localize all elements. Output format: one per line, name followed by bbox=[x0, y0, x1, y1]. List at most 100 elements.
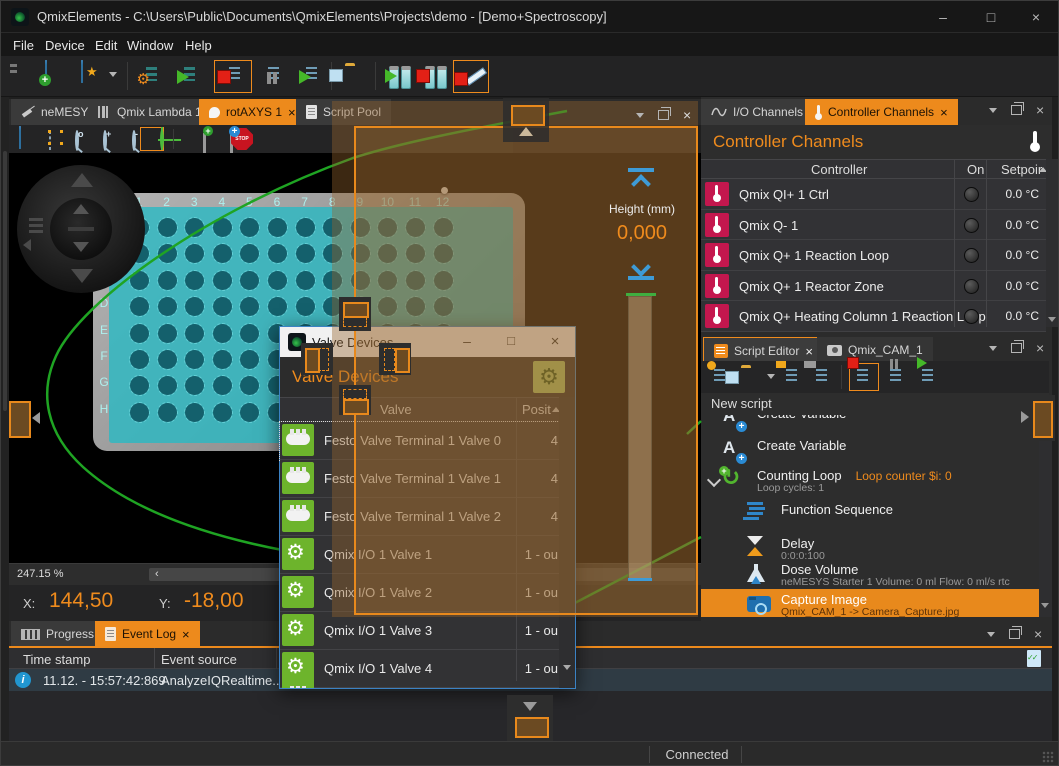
script-item[interactable]: Function Sequence bbox=[701, 499, 1039, 534]
power-toggle[interactable] bbox=[964, 279, 979, 294]
target-icon[interactable] bbox=[160, 129, 164, 150]
title-bar[interactable]: QmixElements - C:\Users\Public\Documents… bbox=[1, 1, 1058, 33]
dock-edge-top-indicator[interactable] bbox=[503, 98, 549, 142]
plate-well[interactable] bbox=[158, 350, 177, 369]
plate-well[interactable] bbox=[323, 271, 342, 290]
plate-well[interactable] bbox=[296, 271, 315, 290]
plate-well[interactable] bbox=[130, 350, 149, 369]
close-tab-icon[interactable]: × bbox=[182, 627, 190, 642]
controller-row[interactable]: Qmix Q+ Heating Column 1 Reaction Loop0.… bbox=[701, 301, 1046, 332]
add-waypoint-icon[interactable]: + bbox=[203, 133, 206, 153]
open-dropdown-icon[interactable] bbox=[767, 374, 775, 379]
power-toggle[interactable] bbox=[964, 187, 979, 202]
float-panel-icon[interactable] bbox=[1011, 105, 1022, 115]
close-panel-icon[interactable]: × bbox=[1034, 629, 1042, 639]
vertical-scrollbar[interactable] bbox=[1039, 415, 1052, 617]
menu-file[interactable]: File bbox=[7, 36, 40, 55]
plate-well[interactable] bbox=[240, 324, 259, 343]
plate-well[interactable] bbox=[158, 271, 177, 290]
dock-top-indicator[interactable] bbox=[339, 297, 371, 331]
menu-help[interactable]: Help bbox=[179, 36, 218, 55]
scroll-down-icon[interactable] bbox=[563, 665, 571, 670]
jog-inner-down-icon[interactable] bbox=[73, 242, 89, 252]
favorites-window-icon[interactable]: ★ bbox=[81, 60, 83, 83]
dock-left-indicator[interactable] bbox=[301, 343, 333, 375]
scroll-down-icon[interactable] bbox=[1048, 317, 1056, 322]
menu-window[interactable]: Window bbox=[121, 36, 179, 55]
plate-well[interactable] bbox=[213, 271, 232, 290]
tab-script-pool[interactable]: Script Pool bbox=[296, 99, 391, 125]
plate-well[interactable] bbox=[213, 403, 232, 422]
valve-row[interactable]: Qmix I/O 1 Valve 41 - ou bbox=[280, 650, 559, 688]
close-panel-icon[interactable]: × bbox=[1036, 105, 1044, 115]
pan-icon[interactable] bbox=[49, 131, 51, 150]
move-to-bottom-icon[interactable] bbox=[628, 258, 654, 282]
zoom-out-icon[interactable]: - bbox=[132, 130, 136, 151]
plate-well[interactable] bbox=[296, 218, 315, 237]
plate-well[interactable] bbox=[296, 297, 315, 316]
plate-well[interactable] bbox=[158, 218, 177, 237]
jog-down-icon[interactable] bbox=[71, 269, 93, 283]
menu-edit[interactable]: Edit bbox=[89, 36, 123, 55]
close-tab-icon[interactable]: × bbox=[940, 105, 948, 120]
panel-dropdown-icon[interactable] bbox=[987, 632, 995, 637]
controller-row[interactable]: Qmix Q+ 1 Reactor Zone0.0 °C bbox=[701, 271, 1046, 302]
zoom-in-icon[interactable]: + bbox=[103, 130, 107, 151]
controller-row[interactable]: Qmix Q- 10.0 °C bbox=[701, 210, 1046, 241]
dock-right-indicator[interactable] bbox=[379, 343, 411, 375]
tab-qmix-lambda[interactable]: Qmix Lambda 1 bbox=[88, 99, 212, 125]
plate-well[interactable] bbox=[213, 324, 232, 343]
plate-well[interactable] bbox=[130, 403, 149, 422]
scroll-down-icon[interactable] bbox=[1041, 603, 1049, 608]
height-slider[interactable] bbox=[628, 296, 652, 580]
col-controller[interactable]: Controller bbox=[811, 162, 867, 177]
jog-inner-control[interactable] bbox=[50, 198, 112, 260]
power-toggle[interactable] bbox=[964, 218, 979, 233]
plate-well[interactable] bbox=[158, 403, 177, 422]
plate-well[interactable] bbox=[158, 324, 177, 343]
script-item[interactable]: Create Variable bbox=[701, 435, 1039, 466]
close-panel-icon[interactable]: × bbox=[683, 110, 691, 120]
maximize-button[interactable]: □ bbox=[969, 1, 1013, 33]
col-event-source[interactable]: Event source bbox=[161, 652, 237, 667]
float-panel-icon[interactable] bbox=[658, 110, 669, 120]
jog-inner-up-icon[interactable] bbox=[73, 204, 89, 214]
script-item[interactable]: Dose VolumeneMESYS Starter 1 Volume: 0 m… bbox=[701, 559, 1039, 590]
plate-well[interactable] bbox=[158, 244, 177, 263]
controller-table-header[interactable]: Controller On Setpoir bbox=[701, 159, 1046, 179]
panel-dropdown-icon[interactable] bbox=[989, 346, 997, 351]
col-on[interactable]: On bbox=[967, 162, 984, 177]
plate-well[interactable] bbox=[185, 324, 204, 343]
left-splitter-handle[interactable] bbox=[3, 151, 7, 411]
plate-well[interactable] bbox=[158, 297, 177, 316]
panel-dropdown-icon[interactable] bbox=[989, 108, 997, 113]
power-toggle[interactable] bbox=[964, 248, 979, 263]
script-item[interactable]: Capture ImageQmix_CAM_1 -> Camera_Captur… bbox=[701, 589, 1039, 617]
script-item[interactable]: Create Variable bbox=[701, 415, 1039, 436]
resize-grip[interactable] bbox=[1042, 751, 1054, 763]
script-item[interactable]: Counting LoopLoop counter $i: 0Loop cycl… bbox=[701, 465, 1039, 500]
plate-well[interactable] bbox=[130, 271, 149, 290]
zoom-original-icon[interactable]: o bbox=[75, 130, 79, 151]
tab-event-log[interactable]: Event Log × bbox=[95, 621, 200, 647]
minimize-button[interactable]: – bbox=[921, 1, 965, 33]
tab-progress[interactable]: Progress bbox=[11, 621, 104, 647]
float-panel-icon[interactable] bbox=[1011, 343, 1022, 353]
plate-well[interactable] bbox=[185, 271, 204, 290]
move-to-top-icon[interactable] bbox=[628, 168, 654, 192]
close-tab-icon[interactable]: × bbox=[288, 105, 296, 120]
plate-well[interactable] bbox=[185, 403, 204, 422]
panel-dropdown-icon[interactable] bbox=[636, 113, 644, 118]
col-setpoint[interactable]: Setpoir bbox=[1001, 162, 1042, 177]
plate-well[interactable] bbox=[268, 218, 287, 237]
expand-chevron-icon[interactable] bbox=[707, 473, 721, 487]
close-button[interactable]: × bbox=[1014, 1, 1058, 33]
plate-well[interactable] bbox=[130, 324, 149, 343]
log-filter-icon[interactable] bbox=[1027, 650, 1041, 667]
power-toggle[interactable] bbox=[964, 309, 979, 324]
tab-qmix-cam[interactable]: Qmix_CAM_1 bbox=[817, 337, 933, 363]
close-panel-icon[interactable]: × bbox=[1036, 343, 1044, 353]
script-item[interactable]: Delay0:0:0:100 bbox=[701, 533, 1039, 560]
dock-edge-left-indicator[interactable] bbox=[9, 401, 51, 437]
tab-rotaxys[interactable]: rotAXYS 1 × bbox=[199, 99, 306, 125]
